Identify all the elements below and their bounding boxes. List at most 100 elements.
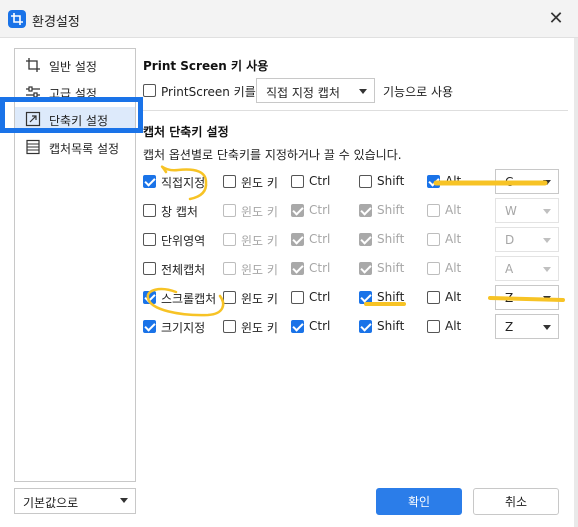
shift-modifier-label: Shift [377,174,405,188]
shift-modifier-checkbox[interactable] [359,262,372,275]
settings-sidebar: 일반 설정 고급 설정 단축키 설정 캡처목록 설정 [14,48,136,482]
sidebar-item-general[interactable]: 일반 설정 [15,53,135,77]
win-modifier-checkbox[interactable] [223,262,236,275]
ctrl-modifier-checkbox[interactable] [291,291,304,304]
shortcut-name: 스크롤캡처 [161,292,217,306]
chevron-down-icon [543,238,551,243]
sidebar-item-capture-list[interactable]: 캡처목록 설정 [15,135,135,159]
printscreen-suffix: 기능으로 사용 [383,85,454,99]
ctrl-modifier-label: Ctrl [309,290,331,304]
chevron-down-icon [359,89,367,94]
close-icon[interactable]: ✕ [546,9,566,29]
shortcut-enable-checkbox[interactable] [143,175,156,188]
shortcut-key-select[interactable]: W [495,198,559,223]
alt-modifier-label: Alt [445,203,462,217]
ctrl-modifier-label: Ctrl [309,203,331,217]
win-modifier-label: 윈도 키 [241,205,278,219]
shift-modifier-label: Shift [377,290,405,304]
chevron-down-icon [120,498,128,503]
shortcut-key-value: Z [505,291,514,305]
chevron-down-icon [543,180,551,185]
shift-modifier-checkbox[interactable] [359,291,372,304]
alt-modifier-checkbox[interactable] [427,262,440,275]
chevron-down-icon [543,325,551,330]
ctrl-modifier-checkbox[interactable] [291,320,304,333]
alt-modifier-checkbox[interactable] [427,291,440,304]
chevron-down-icon [543,267,551,272]
shift-modifier-checkbox[interactable] [359,320,372,333]
shortcut-enable-checkbox[interactable] [143,262,156,275]
shift-modifier-label: Shift [377,203,405,217]
alt-modifier-label: Alt [445,290,462,304]
chevron-down-icon [543,209,551,214]
sidebar-item-label: 고급 설정 [49,87,97,101]
shortcut-key-value: C [505,175,514,189]
app-crop-icon [8,10,26,28]
shift-modifier-checkbox[interactable] [359,233,372,246]
ctrl-modifier-checkbox[interactable] [291,233,304,246]
win-modifier-checkbox[interactable] [223,204,236,217]
shortcut-enable-checkbox[interactable] [143,204,156,217]
alt-modifier-label: Alt [445,261,462,275]
printscreen-checkbox-label: PrintScreen 키를 [161,85,256,99]
shift-modifier-label: Shift [377,319,405,333]
win-modifier-label: 윈도 키 [241,176,278,190]
win-modifier-label: 윈도 키 [241,292,278,306]
shortcut-key-select[interactable]: C [495,169,559,194]
sliders-icon [25,84,41,100]
ok-button[interactable]: 확인 [376,488,462,515]
alt-modifier-checkbox[interactable] [427,175,440,188]
win-modifier-checkbox[interactable] [223,233,236,246]
alt-modifier-label: Alt [445,232,462,246]
shortcut-name: 전체캡처 [161,263,206,277]
win-modifier-label: 윈도 키 [241,321,278,335]
ctrl-modifier-checkbox[interactable] [291,262,304,275]
shift-modifier-label: Shift [377,232,405,246]
alt-modifier-checkbox[interactable] [427,233,440,246]
alt-modifier-label: Alt [445,319,462,333]
sidebar-item-advanced[interactable]: 고급 설정 [15,80,135,104]
win-modifier-label: 윈도 키 [241,263,278,277]
cancel-button[interactable]: 취소 [473,488,559,515]
crop-icon [25,57,41,73]
shortcut-name: 크기지정 [161,321,206,335]
shortcut-key-select[interactable]: Z [495,285,559,310]
shortcut-enable-checkbox[interactable] [143,320,156,333]
ctrl-modifier-label: Ctrl [309,232,331,246]
alt-modifier-checkbox[interactable] [427,204,440,217]
win-modifier-checkbox[interactable] [223,175,236,188]
shortcut-enable-checkbox[interactable] [143,291,156,304]
shortcut-key-select[interactable]: D [495,227,559,252]
reset-defaults-select[interactable]: 기본값으로 [14,488,136,514]
shortcut-key-value: W [505,204,517,218]
shortcut-name: 창 캡처 [161,205,198,219]
shortcut-enable-checkbox[interactable] [143,233,156,246]
sidebar-item-label: 캡처목록 설정 [49,142,120,156]
ctrl-modifier-label: Ctrl [309,319,331,333]
section-divider [143,110,568,111]
shift-modifier-label: Shift [377,261,405,275]
printscreen-mode-select[interactable]: 직접 지정 캡처 [256,78,375,103]
reset-defaults-value: 기본값으로 [23,496,79,510]
sidebar-item-shortcuts[interactable]: 단축키 설정 [15,107,135,131]
shortcut-icon [25,111,41,127]
shortcut-key-value: A [505,262,514,276]
ctrl-modifier-checkbox[interactable] [291,175,304,188]
ctrl-modifier-label: Ctrl [309,174,331,188]
ctrl-modifier-checkbox[interactable] [291,204,304,217]
win-modifier-checkbox[interactable] [223,320,236,333]
shortcut-key-value: D [505,233,515,247]
shift-modifier-checkbox[interactable] [359,204,372,217]
shortcut-key-select[interactable]: A [495,256,559,281]
shortcut-section-title: 캡처 단축키 설정 [143,125,229,139]
sidebar-item-label: 일반 설정 [49,60,97,74]
printscreen-checkbox[interactable] [143,84,156,97]
shortcut-name: 단위영역 [161,234,206,248]
title-bar: 환경설정 ✕ [0,0,578,38]
win-modifier-checkbox[interactable] [223,291,236,304]
shortcut-key-value: Z [505,320,514,334]
print-screen-title: Print Screen 키 사용 [143,59,269,73]
shortcut-key-select[interactable]: Z [495,314,559,339]
alt-modifier-checkbox[interactable] [427,320,440,333]
shift-modifier-checkbox[interactable] [359,175,372,188]
